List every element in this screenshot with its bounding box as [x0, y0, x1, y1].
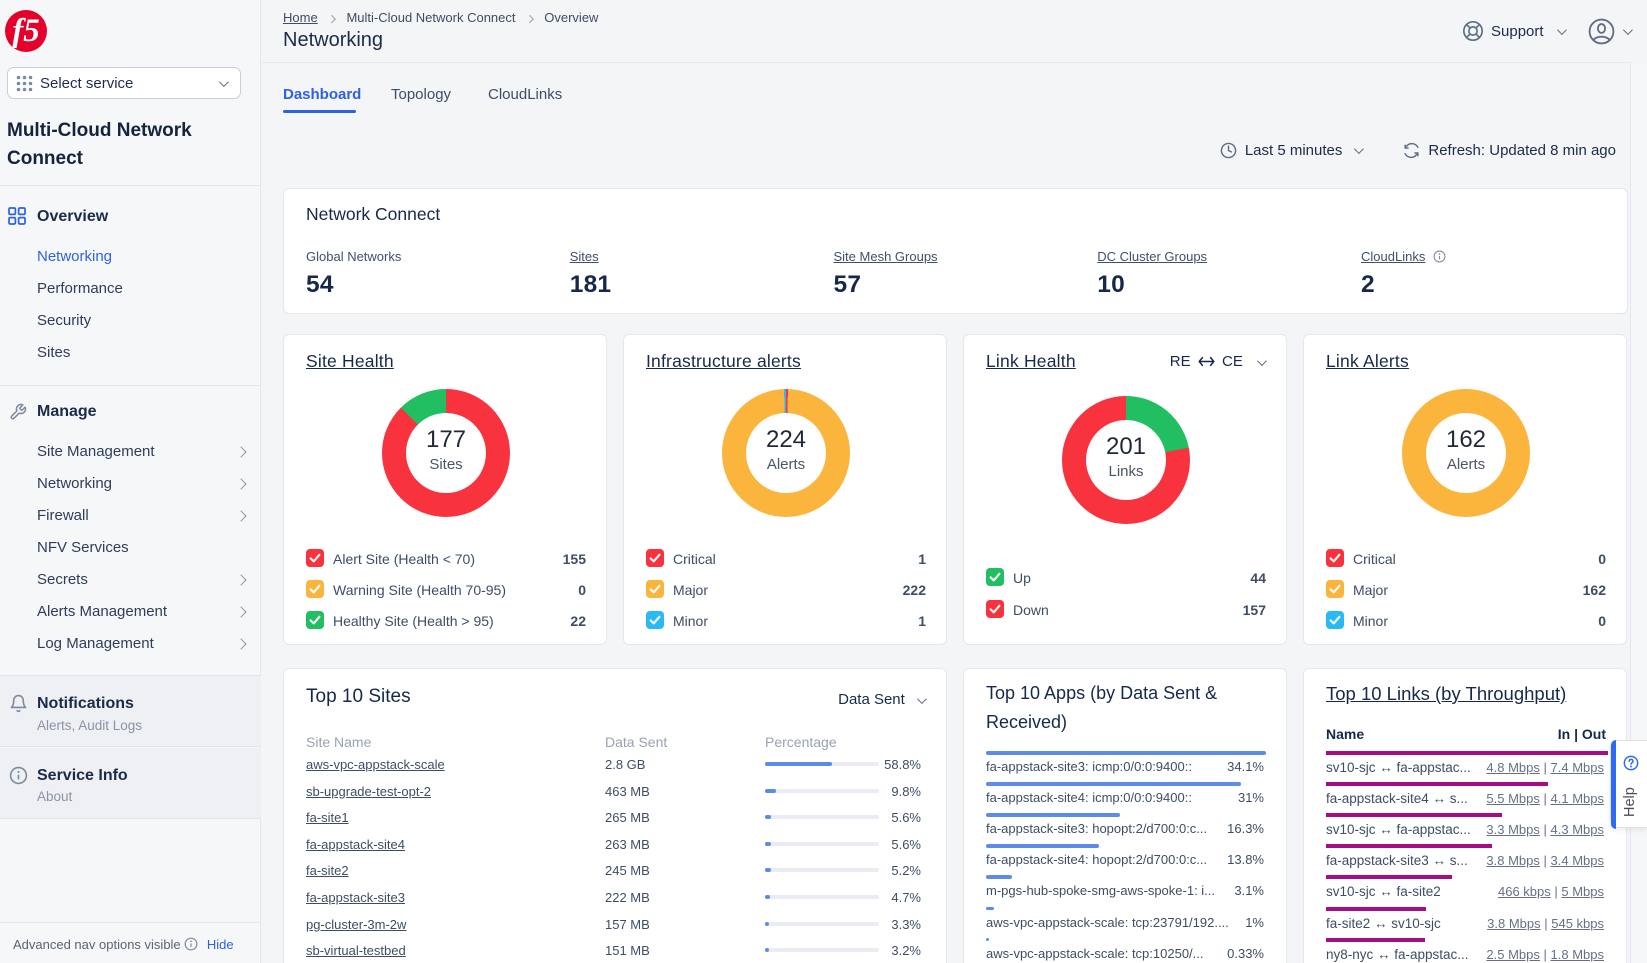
svg-text:f5: f5 [12, 13, 40, 49]
